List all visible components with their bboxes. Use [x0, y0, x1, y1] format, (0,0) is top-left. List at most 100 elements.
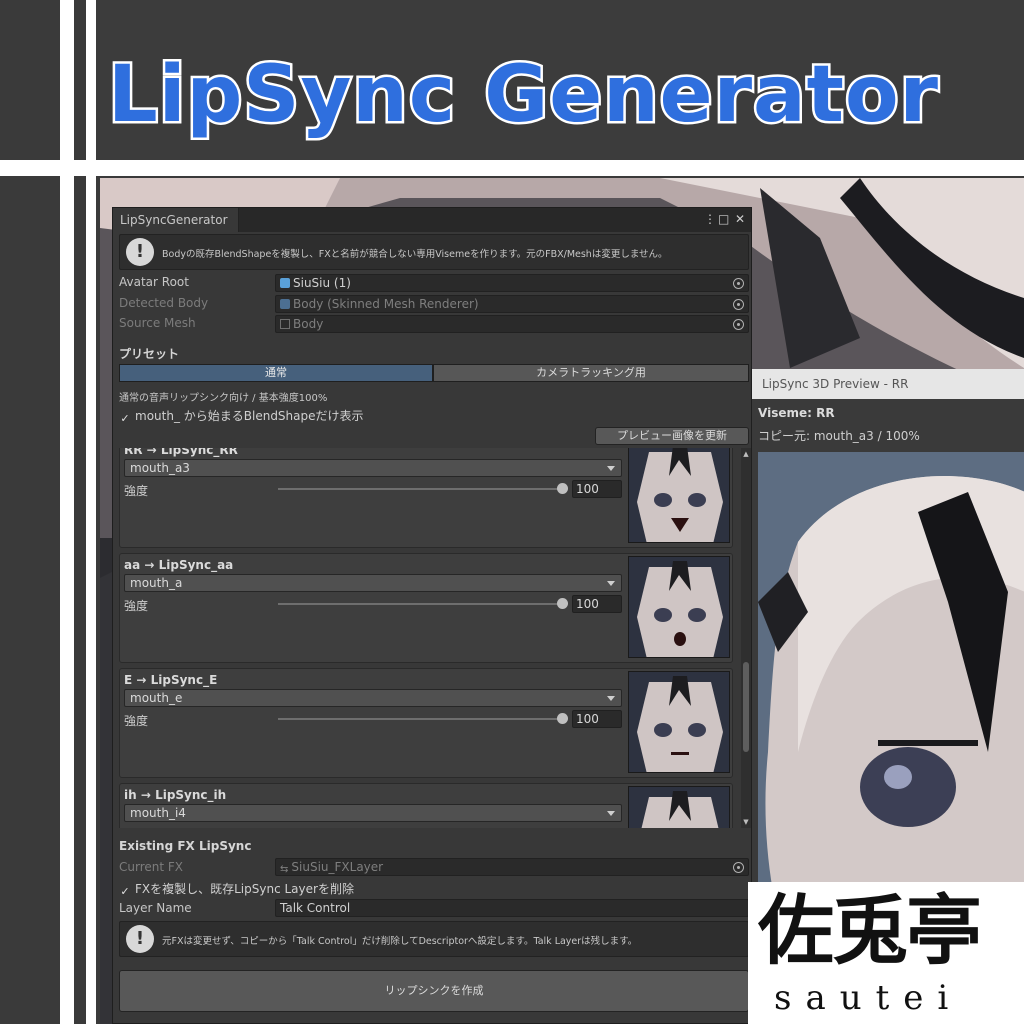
avatar-root-field[interactable]: SiuSiu (1) — [275, 274, 749, 292]
viseme-card-aa: aa → LipSync_aa mouth_a 強度 100 — [119, 553, 733, 663]
checkmark-icon: ✓ — [120, 412, 130, 425]
face-thumbnail-art — [629, 787, 729, 828]
help-box-top: ! Bodyの既存BlendShapeを複製し、FXと名前が競合しない専用Vis… — [119, 234, 749, 270]
viseme-title: ih → LipSync_ih — [124, 788, 227, 802]
source-mesh-value: Body — [293, 317, 324, 331]
frame-stripe-left-2 — [86, 0, 96, 1024]
viseme-card-rr: RR → LipSync_RR mouth_a3 強度 100 — [119, 448, 733, 548]
checkmark-icon: ✓ — [120, 885, 130, 898]
strength-label: 強度 — [124, 599, 149, 613]
blendshape-dropdown[interactable]: mouth_i4 — [124, 804, 622, 822]
help-text-top: Bodyの既存BlendShapeを複製し、FXと名前が競合しない専用Visem… — [162, 249, 668, 260]
duplicate-fx-label: FXを複製し、既存LipSync Layerを削除 — [135, 882, 354, 896]
current-fx-field: ⇆ SiuSiu_FXLayer — [275, 858, 749, 876]
strength-slider-handle[interactable] — [557, 483, 568, 494]
blendshape-dropdown[interactable]: mouth_a — [124, 574, 622, 592]
window-tab[interactable]: LipSyncGenerator — [113, 208, 239, 232]
filter-mouth-checkbox[interactable]: ✓ mouth_ から始まるBlendShapeだけ表示 — [119, 407, 363, 425]
help-box-bottom: ! 元FXは変更せず、コピーから「Talk Control」だけ削除してDesc… — [119, 921, 749, 957]
avatar-root-value: SiuSiu (1) — [293, 276, 351, 290]
blendshape-value: mouth_i4 — [130, 806, 186, 820]
strength-value-field[interactable]: 100 — [572, 480, 622, 498]
current-fx-value: SiuSiu_FXLayer — [291, 860, 384, 874]
blendshape-dropdown[interactable]: mouth_a3 — [124, 459, 622, 477]
blendshape-value: mouth_a3 — [130, 461, 190, 475]
viseme-preview-thumbnail — [628, 786, 730, 828]
strength-slider-track[interactable] — [278, 488, 562, 490]
frame-stripe-left-1 — [60, 0, 74, 1024]
strength-slider-handle[interactable] — [557, 713, 568, 724]
object-picker-icon — [733, 299, 744, 310]
help-bubble-icon: ! — [126, 238, 154, 266]
blendshape-dropdown[interactable]: mouth_e — [124, 689, 622, 707]
face-thumbnail-art — [629, 448, 729, 542]
viseme-card-ih: ih → LipSync_ih mouth_i4 — [119, 783, 733, 828]
skinned-mesh-icon — [280, 299, 290, 309]
viseme-list-scrollbar[interactable]: ▲ ▼ — [741, 448, 751, 828]
refresh-preview-button[interactable]: プレビュー画像を更新 — [595, 427, 749, 445]
layer-name-input[interactable]: Talk Control — [275, 899, 749, 917]
scroll-up-icon[interactable]: ▲ — [742, 450, 750, 458]
strength-slider-handle[interactable] — [557, 598, 568, 609]
object-picker-icon[interactable] — [733, 278, 744, 289]
help-bubble-icon: ! — [126, 925, 154, 953]
sautei-logo: 佐兎亭 sautei — [748, 882, 1024, 1024]
window-maximize-icon[interactable]: □ — [718, 211, 729, 227]
preview-copy-source: コピー元: mouth_a3 / 100% — [758, 429, 920, 443]
strength-label: 強度 — [124, 484, 149, 498]
strength-slider-track[interactable] — [278, 718, 562, 720]
chevron-down-icon — [607, 696, 615, 701]
preview-title[interactable]: LipSync 3D Preview - RR — [752, 369, 1024, 399]
window-tab-bar: LipSyncGenerator ⋮ □ ✕ — [113, 208, 751, 232]
scrollbar-thumb[interactable] — [743, 662, 749, 752]
preview-viseme: Viseme: RR — [758, 406, 835, 420]
viseme-preview-thumbnail — [628, 671, 730, 773]
source-mesh-field: Body — [275, 315, 749, 333]
window-menu-icon[interactable]: ⋮ — [704, 211, 716, 227]
preset-tab-normal[interactable]: 通常 — [119, 364, 433, 382]
preset-tabs: 通常 カメラトラッキング用 — [119, 364, 749, 382]
strength-slider-track[interactable] — [278, 603, 562, 605]
object-picker-icon — [733, 862, 744, 873]
face-thumbnail-art — [629, 672, 729, 772]
animator-controller-icon: ⇆ — [280, 864, 289, 875]
detected-body-value: Body (Skinned Mesh Renderer) — [293, 297, 479, 311]
viseme-title: RR → LipSync_RR — [124, 448, 238, 457]
logo-kanji: 佐兎亭 — [758, 886, 982, 975]
create-lipsync-button[interactable]: リップシンクを作成 — [119, 970, 749, 1012]
preset-title: プリセット — [119, 347, 180, 361]
viseme-preview-thumbnail — [628, 448, 730, 543]
detected-body-label: Detected Body — [119, 296, 209, 310]
logo-roman: sautei — [774, 978, 963, 1018]
blendshape-value: mouth_e — [130, 691, 183, 705]
chevron-down-icon — [607, 581, 615, 586]
viseme-title: aa → LipSync_aa — [124, 558, 234, 572]
current-fx-label: Current FX — [119, 860, 184, 874]
lipsync-generator-window: LipSyncGenerator ⋮ □ ✕ ! Bodyの既存BlendSha… — [112, 207, 752, 1024]
window-close-icon[interactable]: ✕ — [735, 211, 745, 227]
viseme-list: RR → LipSync_RR mouth_a3 強度 100 aa → Lip… — [117, 448, 741, 828]
mesh-grid-icon — [280, 319, 290, 329]
banner-title: LipSync Generator — [106, 48, 941, 143]
detected-body-field: Body (Skinned Mesh Renderer) — [275, 295, 749, 313]
strength-value-field[interactable]: 100 — [572, 595, 622, 613]
strength-value-field[interactable]: 100 — [572, 710, 622, 728]
preset-description: 通常の音声リップシンク向け / 基本強度100% — [119, 393, 328, 404]
preset-tab-camera-tracking[interactable]: カメラトラッキング用 — [433, 364, 749, 382]
face-thumbnail-art — [629, 557, 729, 657]
layer-name-label: Layer Name — [119, 901, 192, 915]
duplicate-fx-checkbox[interactable]: ✓ FXを複製し、既存LipSync Layerを削除 — [119, 880, 354, 898]
avatar-cube-icon — [280, 278, 290, 288]
help-text-bottom: 元FXは変更せず、コピーから「Talk Control」だけ削除してDescri… — [162, 936, 638, 947]
viseme-card-e: E → LipSync_E mouth_e 強度 100 — [119, 668, 733, 778]
object-picker-icon — [733, 319, 744, 330]
source-mesh-label: Source Mesh — [119, 316, 196, 330]
strength-label: 強度 — [124, 714, 149, 728]
viseme-title: E → LipSync_E — [124, 673, 218, 687]
avatar-root-label: Avatar Root — [119, 275, 189, 289]
chevron-down-icon — [607, 466, 615, 471]
existing-fx-title: Existing FX LipSync — [119, 839, 252, 853]
frame-stripe-top — [0, 160, 1024, 176]
scroll-down-icon[interactable]: ▼ — [742, 818, 750, 826]
chevron-down-icon — [607, 811, 615, 816]
